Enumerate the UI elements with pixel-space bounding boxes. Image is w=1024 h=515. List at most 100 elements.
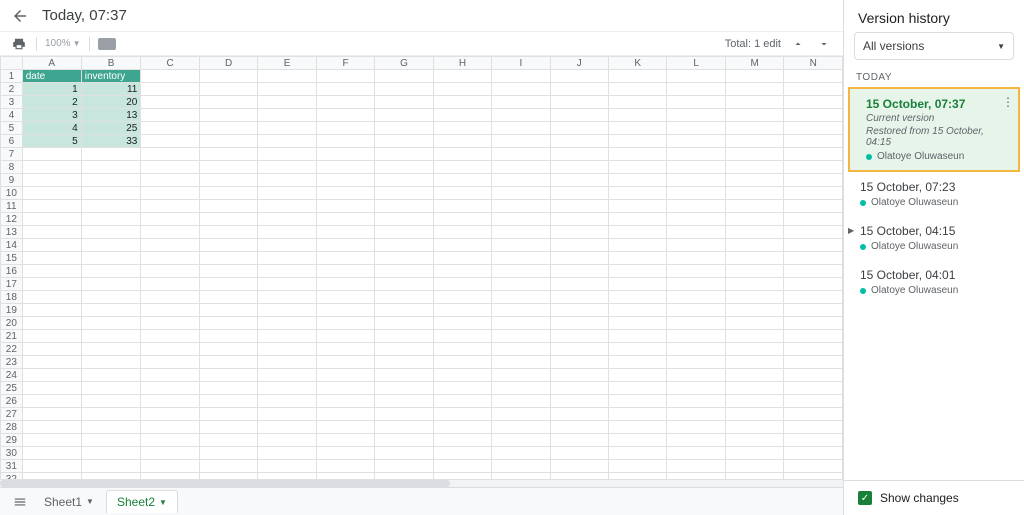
cell[interactable]	[22, 408, 81, 421]
cell[interactable]	[492, 343, 550, 356]
cell[interactable]	[492, 369, 550, 382]
column-header[interactable]: N	[784, 57, 843, 70]
cell[interactable]	[725, 174, 784, 187]
cell[interactable]	[784, 122, 843, 135]
cell[interactable]	[375, 135, 434, 148]
cell[interactable]: 1	[22, 83, 81, 96]
cell[interactable]	[141, 395, 199, 408]
cell[interactable]	[258, 330, 316, 343]
cell[interactable]	[141, 317, 199, 330]
cell[interactable]	[258, 382, 316, 395]
cell[interactable]	[316, 239, 374, 252]
row-header[interactable]: 15	[1, 252, 23, 265]
cell[interactable]	[141, 70, 199, 83]
horizontal-scrollbar[interactable]	[0, 479, 843, 487]
row-header[interactable]: 11	[1, 200, 23, 213]
cell[interactable]	[81, 200, 141, 213]
cell[interactable]	[258, 213, 316, 226]
cell[interactable]	[141, 213, 199, 226]
cell[interactable]	[667, 161, 725, 174]
cell[interactable]	[81, 356, 141, 369]
cell[interactable]	[667, 395, 725, 408]
cell[interactable]	[725, 265, 784, 278]
cell[interactable]	[199, 447, 257, 460]
cell[interactable]	[22, 460, 81, 473]
cell[interactable]	[609, 83, 667, 96]
cell[interactable]	[141, 174, 199, 187]
cell[interactable]	[81, 278, 141, 291]
cell[interactable]	[609, 96, 667, 109]
cell[interactable]	[199, 356, 257, 369]
cell[interactable]	[492, 200, 550, 213]
cell[interactable]	[199, 421, 257, 434]
cell[interactable]	[784, 408, 843, 421]
cell[interactable]	[199, 226, 257, 239]
cell[interactable]	[375, 96, 434, 109]
cell[interactable]	[725, 434, 784, 447]
cell[interactable]	[784, 382, 843, 395]
cell[interactable]	[609, 278, 667, 291]
cell[interactable]: 3	[22, 109, 81, 122]
cell[interactable]	[22, 421, 81, 434]
cell[interactable]	[725, 447, 784, 460]
cell[interactable]	[667, 109, 725, 122]
cell[interactable]	[316, 291, 374, 304]
cell[interactable]	[81, 460, 141, 473]
cell[interactable]	[199, 213, 257, 226]
cell[interactable]	[784, 213, 843, 226]
show-changes-checkbox[interactable]: ✓	[858, 491, 872, 505]
cell[interactable]	[492, 356, 550, 369]
cell[interactable]	[667, 382, 725, 395]
cell[interactable]	[550, 174, 608, 187]
cell[interactable]	[492, 226, 550, 239]
cell[interactable]	[784, 239, 843, 252]
cell[interactable]	[316, 395, 374, 408]
column-header[interactable]: A	[22, 57, 81, 70]
corner-cell[interactable]	[1, 57, 23, 70]
cell[interactable]	[609, 421, 667, 434]
cell[interactable]	[725, 317, 784, 330]
cell[interactable]	[433, 395, 491, 408]
cell[interactable]	[725, 395, 784, 408]
row-header[interactable]: 12	[1, 213, 23, 226]
cell[interactable]	[667, 226, 725, 239]
cell[interactable]	[784, 200, 843, 213]
cell[interactable]	[258, 148, 316, 161]
cell[interactable]	[316, 161, 374, 174]
cell[interactable]	[22, 252, 81, 265]
cell[interactable]	[22, 291, 81, 304]
cell[interactable]: 11	[81, 83, 141, 96]
cell[interactable]	[375, 304, 434, 317]
cell[interactable]	[375, 291, 434, 304]
cell[interactable]	[492, 252, 550, 265]
cell[interactable]	[141, 278, 199, 291]
cell[interactable]	[433, 226, 491, 239]
cell[interactable]	[609, 174, 667, 187]
cell[interactable]	[609, 252, 667, 265]
cell[interactable]: 25	[81, 122, 141, 135]
cell[interactable]	[550, 252, 608, 265]
cell[interactable]	[550, 369, 608, 382]
cell[interactable]	[375, 213, 434, 226]
cell[interactable]	[316, 83, 374, 96]
cell[interactable]	[81, 434, 141, 447]
cell[interactable]	[258, 122, 316, 135]
cell[interactable]	[258, 200, 316, 213]
cell[interactable]	[141, 239, 199, 252]
cell[interactable]	[375, 356, 434, 369]
cell[interactable]	[784, 434, 843, 447]
cell[interactable]	[81, 187, 141, 200]
cell[interactable]	[725, 408, 784, 421]
cell[interactable]	[550, 408, 608, 421]
cell[interactable]	[550, 421, 608, 434]
cell[interactable]	[433, 278, 491, 291]
cell[interactable]	[316, 304, 374, 317]
cell[interactable]	[258, 434, 316, 447]
cell[interactable]	[22, 434, 81, 447]
cell[interactable]	[316, 200, 374, 213]
cell[interactable]: 13	[81, 109, 141, 122]
format-badge-icon[interactable]	[98, 38, 116, 50]
cell[interactable]	[141, 109, 199, 122]
zoom-select[interactable]: 100% ▼	[45, 38, 81, 49]
cell[interactable]	[550, 200, 608, 213]
